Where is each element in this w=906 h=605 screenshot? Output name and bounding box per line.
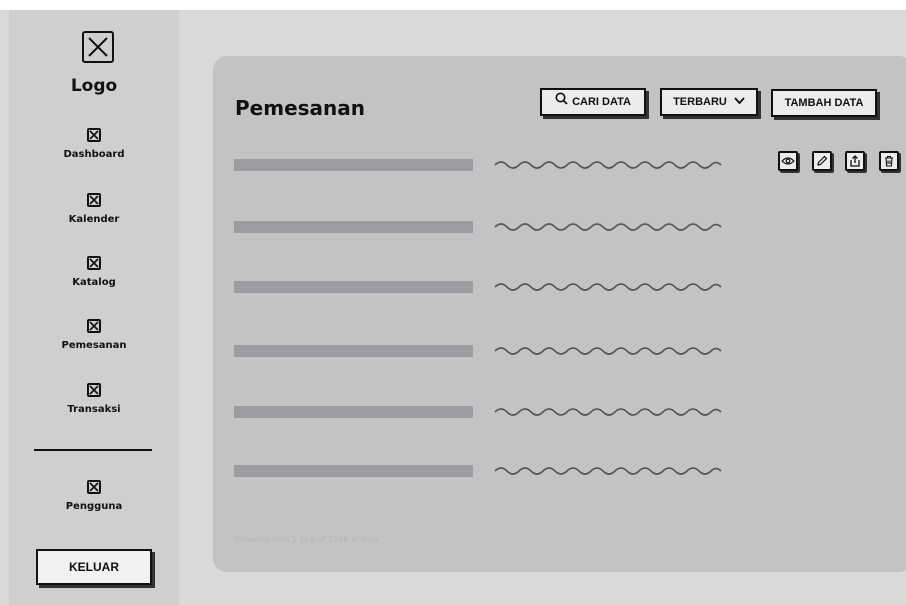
main-panel: Pemesanan CARI DATA TERBARU TAMBAH DATA (213, 56, 906, 572)
sidebar-item-pengguna[interactable]: Pengguna (9, 479, 179, 512)
page-title: Pemesanan (235, 96, 365, 120)
row-text-squiggle (494, 161, 722, 169)
sort-dropdown[interactable]: TERBARU (660, 88, 758, 116)
pengguna-placeholder-icon (87, 480, 101, 494)
row-bar (234, 406, 473, 418)
katalog-placeholder-icon (87, 256, 101, 270)
sort-dropdown-label: TERBARU (673, 96, 727, 108)
edit-button[interactable] (812, 151, 832, 171)
row-bar (234, 159, 473, 171)
search-icon (555, 90, 568, 114)
view-button[interactable] (778, 151, 798, 171)
row-bar (234, 345, 473, 357)
row-bar (234, 465, 473, 477)
logout-button[interactable]: KELUAR (36, 549, 152, 585)
search-button[interactable]: CARI DATA (540, 88, 646, 116)
pagination-info: Showing data 1 to 6 of 256K entries (235, 535, 379, 544)
sidebar-item-pemesanan[interactable]: Pemesanan (9, 318, 179, 351)
logo-text: Logo (70, 76, 118, 96)
row-text-squiggle (494, 223, 722, 231)
row-text-squiggle (494, 467, 722, 475)
sidebar-item-label: Pemesanan (61, 340, 127, 351)
sidebar-item-label: Pengguna (65, 501, 123, 512)
pemesanan-placeholder-icon (87, 319, 101, 333)
row-bar (234, 281, 473, 293)
sidebar-item-label: Transaksi (67, 404, 121, 415)
row-text-squiggle (494, 408, 722, 416)
sidebar-item-kalender[interactable]: Kalender (9, 192, 179, 225)
kalender-placeholder-icon (87, 193, 101, 207)
chevron-down-icon (734, 90, 745, 114)
sidebar-item-label: Kalender (68, 214, 120, 225)
delete-trash-icon (885, 155, 893, 167)
search-button-label: CARI DATA (572, 96, 631, 108)
edit-pencil-icon (817, 155, 828, 166)
transaksi-placeholder-icon (87, 383, 101, 397)
logo-placeholder-icon (82, 31, 114, 63)
export-button[interactable] (845, 151, 865, 171)
sidebar-item-label: Dashboard (63, 149, 125, 160)
add-data-button[interactable]: TAMBAH DATA (771, 89, 877, 117)
export-upload-icon (850, 155, 860, 167)
row-text-squiggle (494, 347, 722, 355)
sidebar-divider (34, 449, 152, 451)
sidebar-item-transaksi[interactable]: Transaksi (9, 382, 179, 415)
dashboard-placeholder-icon (87, 128, 101, 142)
delete-button[interactable] (879, 151, 899, 171)
sidebar: Logo Dashboard Kalender Katalog Pemesana… (9, 10, 179, 605)
row-text-squiggle (494, 283, 722, 291)
sidebar-item-dashboard[interactable]: Dashboard (9, 127, 179, 160)
sidebar-item-katalog[interactable]: Katalog (9, 255, 179, 288)
sidebar-item-label: Katalog (72, 277, 116, 288)
row-bar (234, 221, 473, 233)
view-eye-icon (781, 157, 795, 165)
